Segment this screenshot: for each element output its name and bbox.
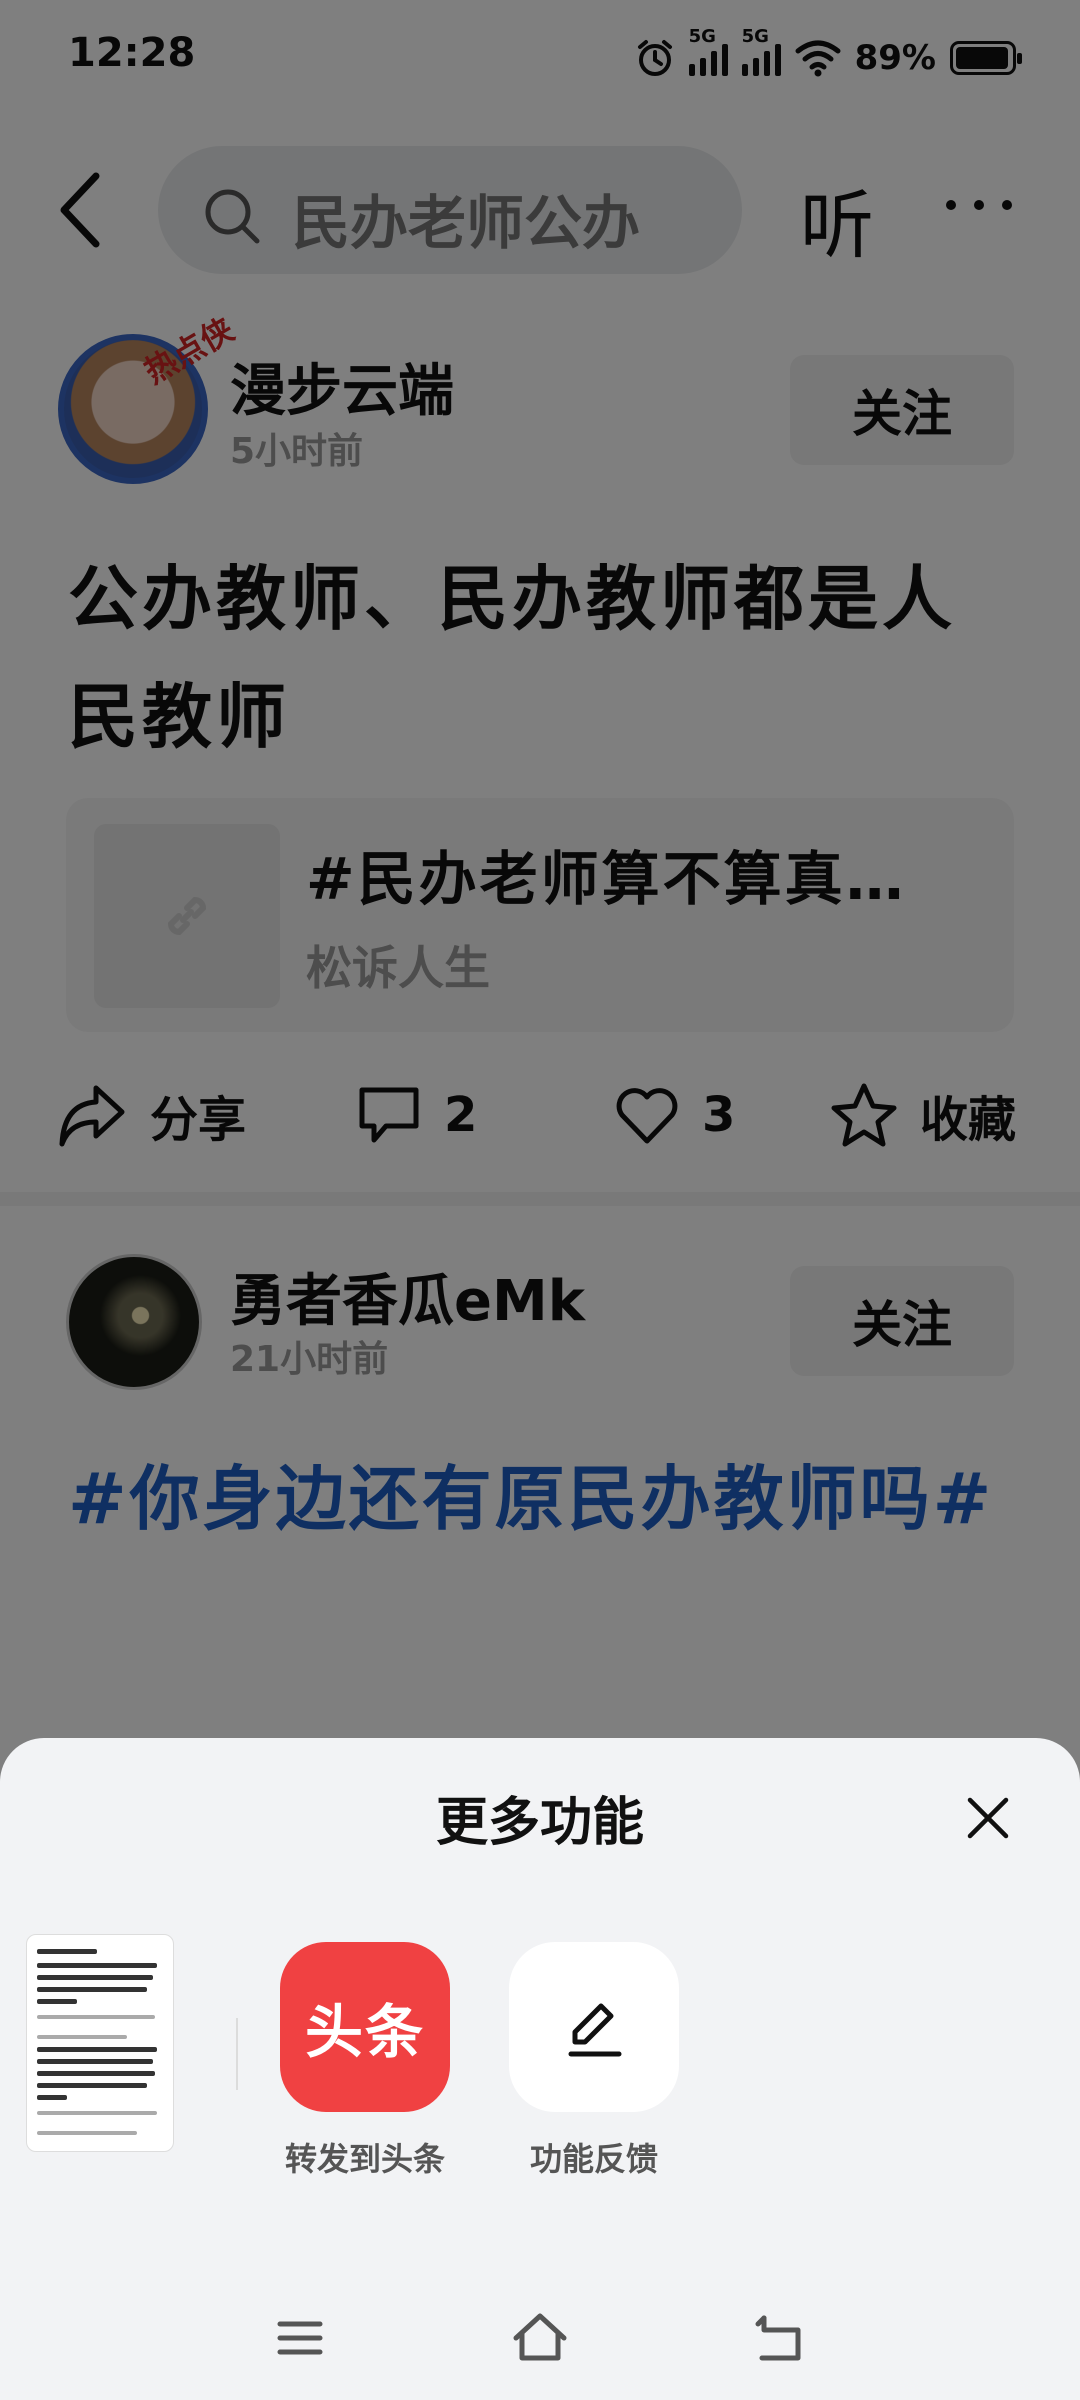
option-label: 转发到头条: [284, 2140, 445, 2178]
edit-icon: [509, 1942, 679, 2112]
separator: [236, 2018, 238, 2090]
home-icon[interactable]: [510, 2308, 570, 2368]
menu-icon[interactable]: [270, 2308, 330, 2368]
back-icon[interactable]: [750, 2308, 810, 2368]
post-preview-thumbnail: [26, 1934, 174, 2152]
more-functions-sheet: 更多功能 头条 转发到头条 功能反馈: [0, 1738, 1080, 2400]
feedback-option[interactable]: 功能反馈: [509, 1942, 679, 2180]
option-label: 功能反馈: [529, 2140, 658, 2178]
toutiao-icon: 头条: [280, 1942, 450, 2112]
share-to-toutiao-option[interactable]: 头条 转发到头条: [280, 1942, 450, 2180]
system-nav-bar: [0, 2290, 1080, 2380]
close-icon[interactable]: [964, 1794, 1012, 1842]
sheet-title: 更多功能: [435, 1793, 644, 1853]
